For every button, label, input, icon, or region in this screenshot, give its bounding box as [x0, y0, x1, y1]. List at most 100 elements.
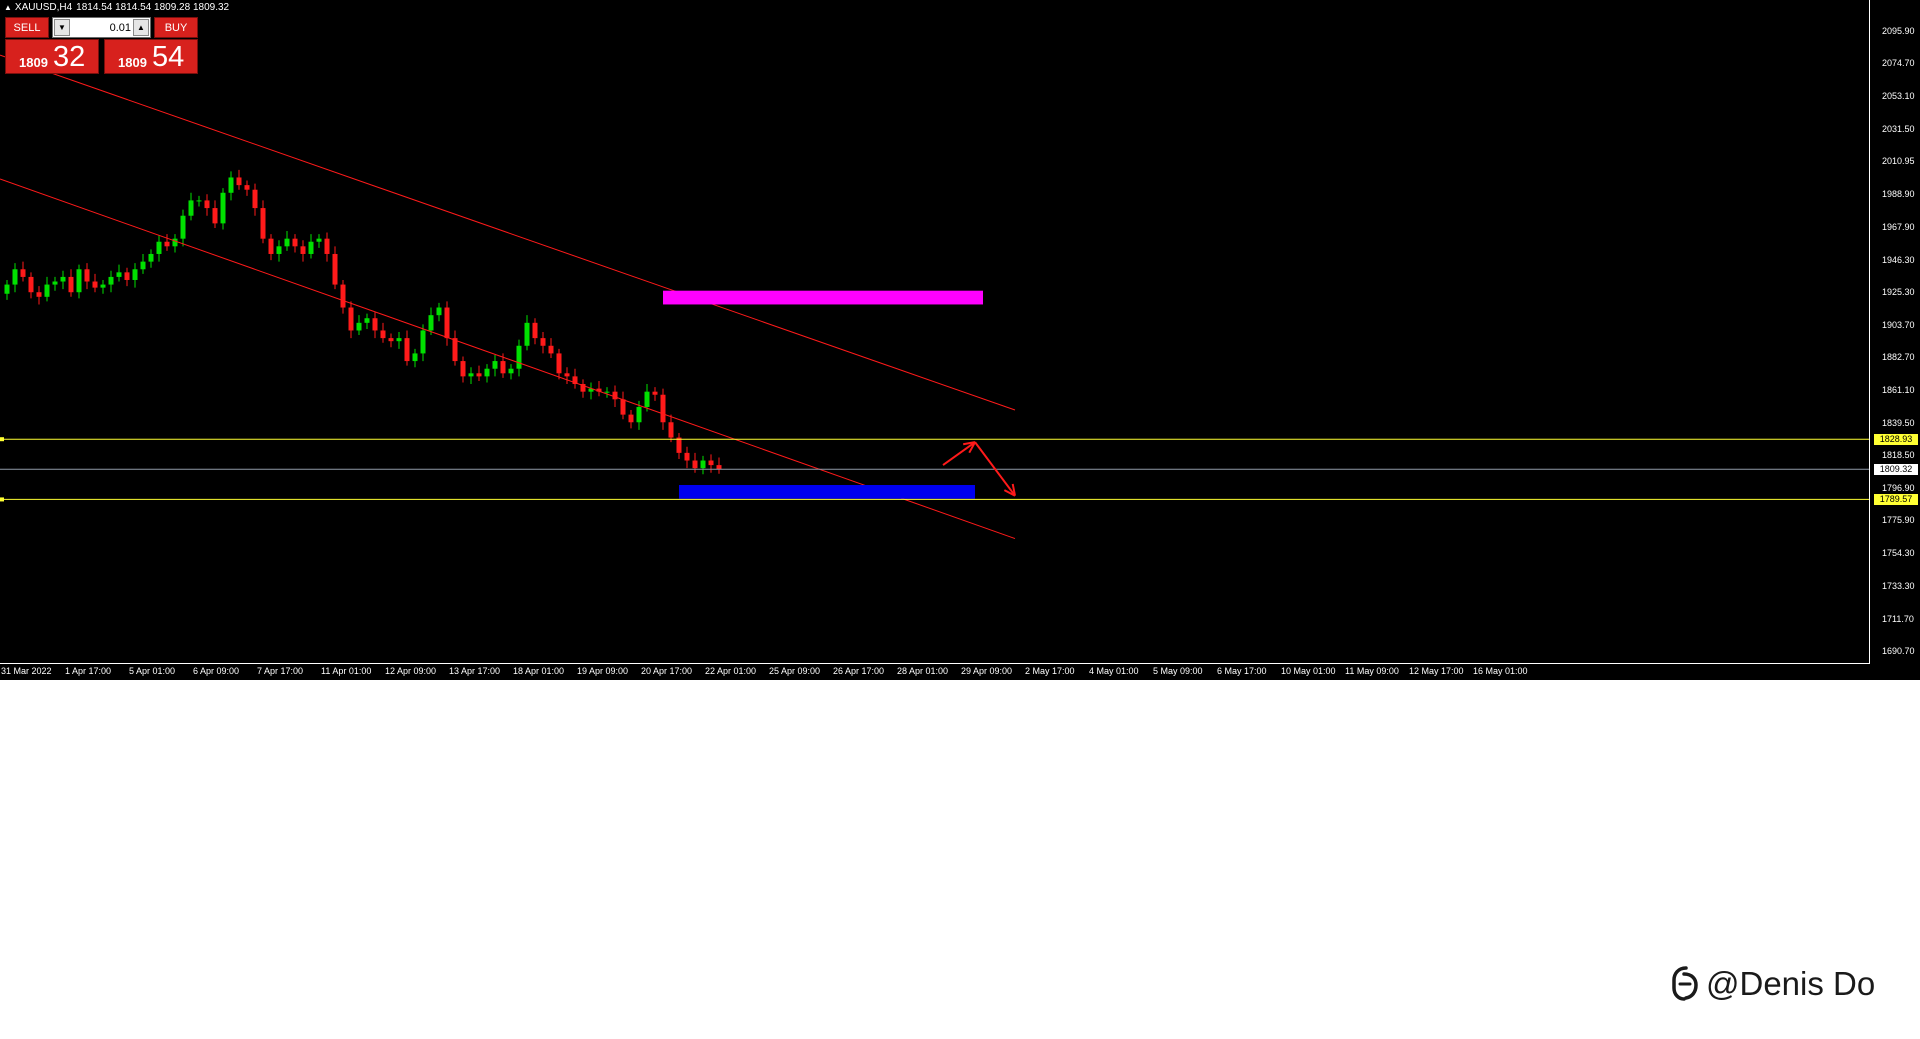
bull-candle: [276, 246, 282, 254]
bear-candle: [684, 452, 690, 461]
lot-size-input[interactable]: [73, 19, 133, 36]
lot-increase-button[interactable]: ▲: [133, 19, 149, 36]
price-tick-label: 1903.70: [1882, 319, 1915, 330]
time-tick-label: 31 Mar 2022: [1, 666, 52, 676]
symbol-bar: ▲ XAUUSD,H4 1814.54 1814.54 1809.28 1809.3…: [4, 2, 229, 14]
bear-candle: [668, 422, 674, 438]
bear-candle: [556, 353, 562, 374]
time-axis[interactable]: 31 Mar 2022 1 Apr 17:00 5 Apr 01:00 6 Apr 0…: [0, 664, 1870, 680]
bear-candle: [500, 361, 506, 374]
bear-candle: [36, 292, 42, 297]
buy-price-small: 1809: [118, 55, 147, 70]
bull-candle: [100, 284, 106, 288]
bull-candle: [420, 330, 426, 354]
chevron-up-icon: ▲: [137, 23, 145, 32]
buy-price-button[interactable]: 1809 54: [104, 39, 198, 74]
bear-candle: [244, 185, 250, 190]
bear-candle: [332, 253, 338, 285]
resistance-price-marker: 1828.93: [1874, 433, 1918, 445]
bull-candle: [524, 322, 530, 346]
symbol-label: XAUUSD,H4: [14, 2, 73, 13]
bull-candle: [508, 368, 514, 374]
triangle-up-icon: ▲: [4, 3, 12, 12]
bear-candle: [164, 241, 170, 247]
demand-zone: [679, 484, 975, 499]
bull-candle: [468, 373, 474, 377]
bull-candle: [188, 200, 194, 216]
bear-candle: [68, 276, 74, 293]
sell-price-button[interactable]: 1809 32: [5, 39, 99, 74]
buy-price-big: 54: [152, 41, 185, 73]
bull-candle: [436, 307, 442, 316]
bear-candle: [708, 460, 714, 466]
bull-candle: [364, 318, 370, 323]
price-tick-label: 1946.30: [1882, 254, 1915, 265]
price-tick-label: 2031.50: [1882, 124, 1915, 135]
price-tick-label: 2095.90: [1882, 25, 1915, 36]
bull-candle: [396, 338, 402, 342]
supply-zone: [663, 290, 983, 305]
bear-candle: [452, 338, 458, 362]
bear-candle: [28, 276, 34, 293]
price-tick-label: 1925.30: [1882, 286, 1915, 297]
bear-candle: [204, 200, 210, 209]
price-tick-label: 1711.70: [1882, 613, 1914, 624]
price-chart[interactable]: [0, 0, 1870, 680]
support-price-marker: 1789.57: [1874, 493, 1918, 505]
lot-decrease-button[interactable]: ▼: [54, 19, 70, 36]
bull-candle: [316, 238, 322, 242]
bear-candle: [476, 373, 482, 377]
bull-candle: [516, 345, 522, 369]
bear-candle: [628, 414, 634, 423]
bull-candle: [492, 361, 498, 369]
bull-candle: [284, 238, 290, 247]
bear-candle: [300, 246, 306, 254]
bear-candle: [388, 338, 394, 342]
bull-candle: [44, 284, 50, 297]
time-tick-label: 12 Apr 09:00: [385, 666, 437, 676]
bull-candle: [604, 391, 610, 393]
price-tick-label: 1690.70: [1882, 645, 1915, 656]
bear-candle: [20, 269, 26, 277]
time-tick-label: 12 May 17:00: [1409, 666, 1464, 676]
price-tick-label: 1861.10: [1882, 384, 1915, 395]
bear-candle: [268, 238, 274, 254]
price-tick-label: 2074.70: [1882, 58, 1915, 69]
bull-candle: [172, 238, 178, 247]
bull-candle: [180, 215, 186, 239]
price-tick-label: 2053.10: [1882, 91, 1915, 102]
bull-candle: [356, 322, 362, 331]
buy-button[interactable]: BUY: [154, 17, 198, 38]
level-anchor: [0, 497, 4, 502]
bull-candle: [428, 315, 434, 331]
bull-candle: [12, 269, 18, 285]
time-tick-label: 28 Apr 01:00: [897, 666, 949, 676]
bull-candle: [412, 353, 418, 362]
chart-area[interactable]: ▲ XAUUSD,H4 1814.54 1814.54 1809.28 1809.3…: [0, 0, 1920, 680]
bear-candle: [444, 307, 450, 339]
bull-candle: [220, 192, 226, 224]
bear-candle: [92, 281, 98, 288]
bull-candle: [196, 200, 202, 202]
bull-candle: [636, 406, 642, 423]
price-tick-label: 1733.30: [1882, 580, 1915, 591]
bull-candle: [60, 276, 66, 282]
time-tick-label: 6 Apr 09:00: [193, 666, 240, 676]
time-tick-label: 7 Apr 17:00: [257, 666, 304, 676]
bull-candle: [76, 269, 82, 293]
bear-candle: [292, 238, 298, 247]
bear-candle: [692, 460, 698, 469]
bear-candle: [532, 322, 538, 339]
bear-candle: [652, 391, 658, 395]
bull-candle: [700, 460, 706, 469]
time-tick-label: 13 Apr 17:00: [449, 666, 501, 676]
price-tick-label: 1775.90: [1882, 515, 1915, 526]
price-tick-label: 1967.90: [1882, 221, 1915, 232]
time-tick-label: 22 Apr 01:00: [705, 666, 757, 676]
bull-candle: [52, 281, 58, 285]
bear-candle: [84, 269, 90, 282]
price-axis[interactable]: 2095.90 2074.70 2053.10 2031.50 2010.95 1988.…: [1870, 0, 1920, 680]
bull-candle: [644, 391, 650, 407]
sell-button[interactable]: SELL: [5, 17, 49, 38]
time-tick-label: 11 Apr 01:00: [321, 666, 372, 676]
